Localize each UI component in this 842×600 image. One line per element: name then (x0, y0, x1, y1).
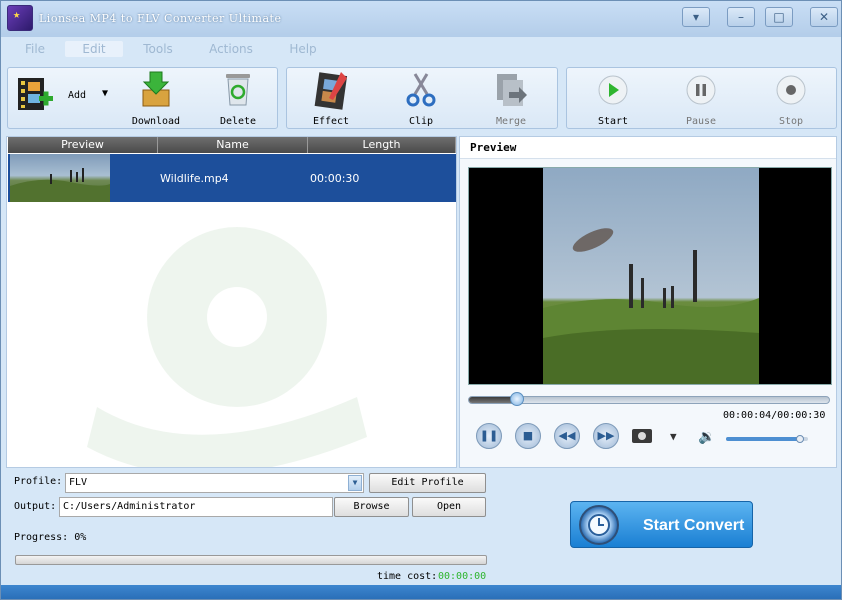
seek-slider[interactable] (468, 392, 830, 406)
delete-label: Delete (219, 116, 257, 127)
add-label: Add (68, 90, 87, 101)
start-label: Start (597, 116, 629, 127)
maximize-button[interactable]: □ (765, 7, 793, 27)
profile-label: Profile: (14, 476, 63, 487)
app-logo-icon (7, 5, 33, 31)
effect-button[interactable]: Effect (303, 70, 359, 128)
preview-title: Preview (470, 141, 517, 154)
merge-button[interactable]: Merge (483, 70, 539, 128)
menu-edit[interactable]: Edit (65, 41, 123, 57)
time-cost-value: 00:00:00 (438, 571, 487, 582)
stop-icon (776, 75, 806, 105)
profile-select[interactable]: FLV ▼ (65, 473, 364, 493)
column-header-length[interactable]: Length (308, 137, 456, 153)
play-icon (598, 75, 628, 105)
file-list-panel: Preview Name Length Wildlife.mp4 00:00:3… (6, 136, 457, 468)
snapshot-dropdown-icon[interactable]: ▼ (670, 430, 677, 443)
menu-tools[interactable]: Tools (141, 41, 175, 57)
watermark-film-reel-icon (87, 227, 367, 467)
volume-slider[interactable] (726, 435, 808, 443)
stop-playback-button[interactable]: ■ (515, 423, 541, 449)
file-name-cell: Wildlife.mp4 (160, 172, 229, 185)
file-length-cell: 00:00:30 (310, 172, 360, 185)
camera-snapshot-icon[interactable] (632, 429, 652, 443)
open-button[interactable]: Open (412, 497, 486, 517)
menu-actions[interactable]: Actions (207, 41, 255, 57)
merge-icon (497, 74, 527, 106)
download-button[interactable]: Download (128, 70, 184, 128)
pause-playback-button[interactable]: ❚❚ (476, 423, 502, 449)
browse-button[interactable]: Browse (334, 497, 409, 517)
fast-forward-button[interactable]: ▶▶ (593, 423, 619, 449)
effect-label: Effect (312, 116, 350, 127)
output-path-field[interactable]: C:/Users/Administrator (59, 497, 333, 517)
progress-bar (15, 555, 487, 565)
add-button[interactable]: Add ▼ (16, 74, 116, 128)
stop-icon: ■ (522, 429, 534, 442)
title-bar: Lionsea MP4 to FLV Converter Ultimate ▾ … (1, 1, 841, 37)
time-display: 00:00:04/00:00:30 (723, 410, 826, 421)
pause-button[interactable]: Pause (673, 70, 729, 128)
recycle-bin-icon (226, 74, 250, 106)
close-button[interactable]: ✕ (810, 7, 838, 27)
pause-label: Pause (685, 116, 717, 127)
output-label: Output: (14, 501, 57, 512)
chevron-down-icon[interactable]: ▼ (102, 88, 108, 99)
video-thumbnail (10, 154, 110, 202)
scissors-icon (406, 73, 436, 107)
window-title: Lionsea MP4 to FLV Converter Ultimate (39, 12, 282, 25)
stop-label: Stop (778, 116, 804, 127)
rewind-button[interactable]: ◀◀ (554, 423, 580, 449)
fast-forward-icon: ▶▶ (597, 429, 615, 442)
toolbar-convert-group: Start Pause Stop (566, 67, 837, 129)
download-label: Download (131, 116, 181, 127)
video-player[interactable] (468, 167, 832, 385)
toolbar-file-group: Add ▼ Download Delete (7, 67, 278, 129)
start-convert-button[interactable]: Start Convert (570, 501, 753, 548)
volume-level (726, 437, 800, 441)
status-bar (1, 585, 841, 599)
preview-header: Preview (460, 137, 836, 159)
menu-file[interactable]: File (23, 41, 47, 57)
toolbar-edit-group: Effect Clip Merge (286, 67, 558, 129)
options-icon[interactable]: ▾ (682, 7, 710, 27)
merge-label: Merge (495, 116, 527, 127)
minimize-button[interactable]: – (727, 7, 755, 27)
start-button[interactable]: Start (585, 70, 641, 128)
time-cost-label: time cost: (377, 571, 438, 582)
clip-label: Clip (408, 116, 434, 127)
video-frame (543, 168, 759, 384)
column-header-name[interactable]: Name (158, 137, 308, 153)
column-header-preview[interactable]: Preview (8, 137, 158, 153)
menu-bar: File Edit Tools Actions Help (1, 39, 841, 59)
profile-value: FLV (69, 477, 88, 488)
delete-button[interactable]: Delete (210, 70, 266, 128)
birds-video-frame-image (543, 228, 759, 384)
rewind-icon: ◀◀ (558, 429, 576, 442)
clip-button[interactable]: Clip (393, 70, 449, 128)
film-add-icon (18, 78, 53, 110)
pause-icon: ❚❚ (479, 429, 499, 442)
start-convert-label: Start Convert (643, 517, 745, 534)
seek-handle[interactable] (509, 392, 524, 406)
volume-handle[interactable] (795, 435, 804, 443)
download-icon (142, 71, 170, 107)
edit-profile-button[interactable]: Edit Profile (369, 473, 486, 493)
volume-icon[interactable]: 🔉 (698, 429, 715, 445)
birds-thumbnail-image (10, 168, 110, 202)
progress-label: Progress: 0% (14, 532, 87, 543)
menu-help[interactable]: Help (288, 41, 318, 57)
convert-clock-icon (579, 505, 619, 545)
film-effect-icon (314, 72, 348, 110)
stop-button[interactable]: Stop (763, 70, 819, 128)
pause-icon (686, 75, 716, 105)
chevron-down-icon[interactable]: ▼ (348, 475, 362, 491)
app-window: Lionsea MP4 to FLV Converter Ultimate ▾ … (0, 0, 842, 600)
table-row[interactable]: Wildlife.mp4 00:00:30 (8, 154, 456, 202)
clock-arrow-icon (588, 514, 610, 536)
preview-panel: Preview 00:00:04/00:00:30 ❚❚ ■ ◀◀ ▶▶ ▼ 🔉 (459, 136, 837, 468)
